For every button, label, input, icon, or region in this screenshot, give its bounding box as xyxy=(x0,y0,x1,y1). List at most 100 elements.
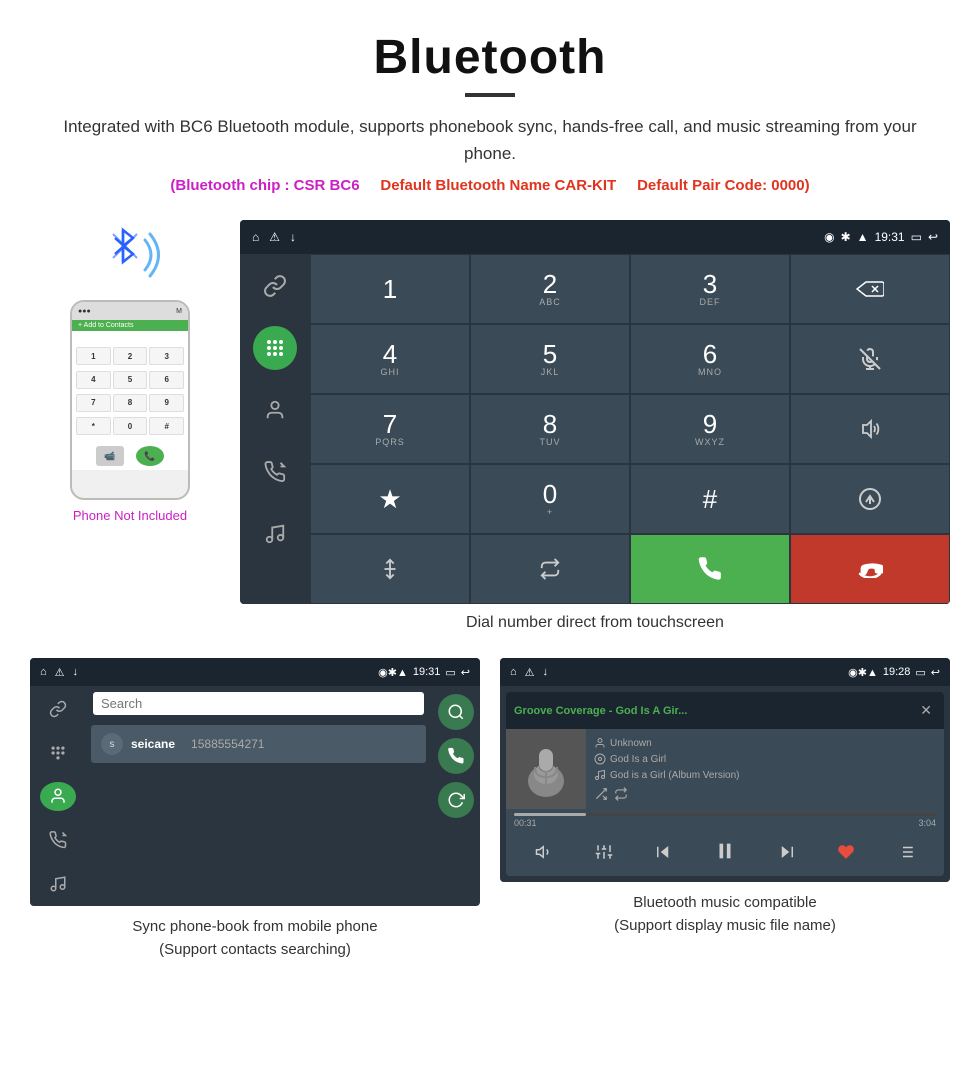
back-icon-small[interactable]: ↩ xyxy=(461,666,470,679)
sidebar-calls-icon[interactable] xyxy=(253,450,297,494)
dial-key-6[interactable]: 6MNO xyxy=(630,324,790,394)
contact-name: seicane xyxy=(131,737,175,751)
playlist-button[interactable] xyxy=(897,843,915,866)
status-bar-left: ⌂ ⚠ ↓ xyxy=(252,230,296,244)
time-display-small: 19:31 xyxy=(413,666,441,678)
phone-key-1: 1 xyxy=(76,347,111,365)
dial-key-end[interactable] xyxy=(790,534,950,604)
next-button[interactable] xyxy=(778,843,796,866)
page-title: Bluetooth xyxy=(60,30,920,85)
dial-key-2[interactable]: 2ABC xyxy=(470,254,630,324)
sidebar-dialpad-icon[interactable] xyxy=(253,326,297,370)
progress-bar-area: 00:31 3:04 xyxy=(506,809,944,832)
mini-music-icon[interactable] xyxy=(40,869,76,899)
clock-display: 19:31 xyxy=(875,230,905,244)
music-content: Groove Coverage - God Is A Gir... ✕ xyxy=(500,686,950,882)
dial-key-1[interactable]: 1 xyxy=(310,254,470,324)
back-icon-music[interactable]: ↩ xyxy=(931,666,940,679)
mini-contacts-icon[interactable] xyxy=(40,782,76,812)
dial-key-0[interactable]: 0+ xyxy=(470,464,630,534)
sidebar-music-icon[interactable] xyxy=(253,512,297,556)
phone-key-5: 5 xyxy=(113,371,148,389)
mini-dialpad-icon[interactable] xyxy=(40,738,76,768)
battery-icon-small: ▭ xyxy=(445,666,455,679)
phone-area: ●●● M + Add to Contacts 1 2 3 4 5 6 7 8 … xyxy=(30,220,230,523)
contact-avatar: s xyxy=(101,733,123,755)
phonebook-content: s seicane 15885554271 xyxy=(85,686,432,906)
progress-track[interactable] xyxy=(514,813,936,816)
warning-icon: ⚠ xyxy=(269,230,280,244)
dial-key-7[interactable]: 7PQRS xyxy=(310,394,470,464)
dial-key-call[interactable] xyxy=(630,534,790,604)
dial-key-volume[interactable] xyxy=(790,394,950,464)
call-contact-button[interactable] xyxy=(438,738,474,774)
phone-key-7: 7 xyxy=(76,394,111,412)
mini-calls-icon[interactable] xyxy=(40,825,76,855)
music-action-icons xyxy=(594,787,936,801)
music-card: Groove Coverage - God Is A Gir... ✕ xyxy=(506,692,944,876)
sidebar-contacts-icon[interactable] xyxy=(253,388,297,432)
prev-button[interactable] xyxy=(654,843,672,866)
music-close-button[interactable]: ✕ xyxy=(916,698,936,723)
shuffle-icon[interactable] xyxy=(594,787,608,801)
header-description: Integrated with BC6 Bluetooth module, su… xyxy=(60,113,920,167)
sidebar-link-icon[interactable] xyxy=(253,264,297,308)
phone-key-0: 0 xyxy=(113,417,148,435)
music-album-art xyxy=(506,729,586,809)
spec1: (Bluetooth chip : CSR BC6 xyxy=(170,177,359,194)
pause-button[interactable] xyxy=(714,840,736,868)
dial-key-swap[interactable] xyxy=(470,534,630,604)
warning-icon-small: ⚠ xyxy=(55,666,65,679)
bluetooth-icon: ✱ xyxy=(841,230,851,244)
gps-icon: ◉ xyxy=(824,230,834,244)
volume-control[interactable] xyxy=(535,843,553,866)
phone-screen: + Add to Contacts 1 2 3 4 5 6 7 8 9 * 0 … xyxy=(72,320,188,470)
bluetooth-illustration xyxy=(85,220,175,300)
dial-grid: 1 2ABC 3DEF 4GHI 5JKL 6MNO xyxy=(310,254,950,604)
dial-sidebar xyxy=(240,254,310,604)
usb-icon-music: ↓ xyxy=(543,666,549,678)
dial-key-star[interactable]: ★ xyxy=(310,464,470,534)
home-icon-music: ⌂ xyxy=(510,666,517,678)
dial-key-5[interactable]: 5JKL xyxy=(470,324,630,394)
equalizer-control[interactable] xyxy=(595,843,613,866)
phone-key-8: 8 xyxy=(113,394,148,412)
phone-key-2: 2 xyxy=(113,347,148,365)
phonebook-screen: ⌂ ⚠ ↓ ◉✱▲ 19:31 ▭ ↩ xyxy=(30,658,480,906)
phonebook-sidebar xyxy=(30,686,85,906)
gps-icon-music: ◉✱▲ xyxy=(848,666,878,679)
phone-not-included-label: Phone Not Included xyxy=(73,508,187,523)
dial-key-backspace[interactable] xyxy=(790,254,950,324)
dial-key-mute[interactable] xyxy=(790,324,950,394)
search-contact-button[interactable] xyxy=(438,694,474,730)
warning-icon-music: ⚠ xyxy=(525,666,535,679)
dial-key-9[interactable]: 9WXYZ xyxy=(630,394,790,464)
spec2: Default Bluetooth Name CAR-KIT xyxy=(380,177,616,194)
search-input[interactable] xyxy=(93,692,424,715)
dial-key-4[interactable]: 4GHI xyxy=(310,324,470,394)
phone-key-9: 9 xyxy=(149,394,184,412)
phonebook-caption: Sync phone-book from mobile phone(Suppor… xyxy=(132,916,377,961)
mini-link-icon[interactable] xyxy=(40,694,76,724)
dial-key-transfer[interactable] xyxy=(790,464,950,534)
dial-key-merge[interactable] xyxy=(310,534,470,604)
music-row: Unknown God Is a Girl God is a Girl (Alb… xyxy=(506,729,944,809)
favorite-button[interactable] xyxy=(837,843,855,866)
contact-row[interactable]: s seicane 15885554271 xyxy=(91,725,426,763)
battery-icon: ▭ xyxy=(911,230,922,244)
progress-fill xyxy=(514,813,586,816)
repeat-icon[interactable] xyxy=(614,787,628,801)
phone-top-bar: ●●● M xyxy=(72,302,188,320)
time-current: 00:31 xyxy=(514,818,537,828)
phone-mockup: ●●● M + Add to Contacts 1 2 3 4 5 6 7 8 … xyxy=(70,300,190,500)
contact-number: 15885554271 xyxy=(191,737,264,751)
dial-key-hash[interactable]: # xyxy=(630,464,790,534)
refresh-contacts-button[interactable] xyxy=(438,782,474,818)
home-icon-small: ⌂ xyxy=(40,666,47,678)
dial-key-8[interactable]: 8TUV xyxy=(470,394,630,464)
back-icon[interactable]: ↩ xyxy=(928,230,938,244)
phonebook-body: s seicane 15885554271 xyxy=(30,686,480,906)
phone-key-3: 3 xyxy=(149,347,184,365)
dial-screen-container: ⌂ ⚠ ↓ ◉ ✱ ▲ 19:31 ▭ ↩ xyxy=(240,220,950,648)
dial-key-3[interactable]: 3DEF xyxy=(630,254,790,324)
